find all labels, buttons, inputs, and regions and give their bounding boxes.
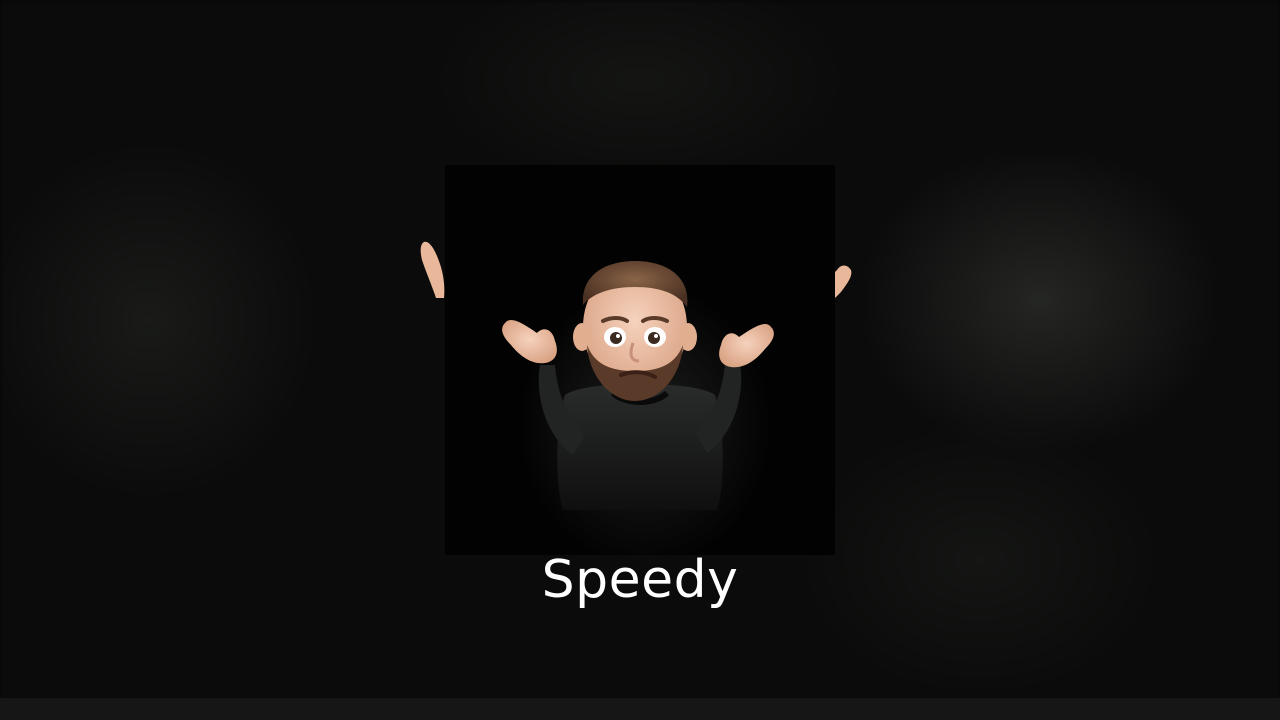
right-hand-edge (835, 265, 852, 298)
memoji-avatar (502, 261, 774, 510)
video-frame (445, 165, 835, 555)
left-hand-edge (420, 241, 445, 298)
video-caption: Speedy (541, 550, 739, 610)
bottom-strip (0, 698, 1280, 720)
